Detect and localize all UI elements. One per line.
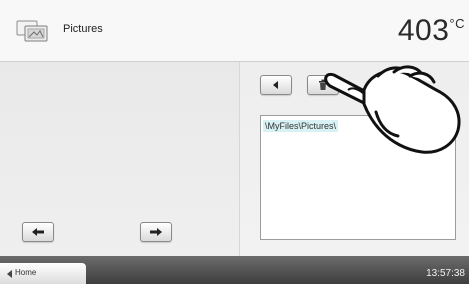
header-bar: Pictures 403°C bbox=[0, 0, 469, 62]
temperature-value: 403 bbox=[397, 14, 450, 47]
home-button[interactable]: Home bbox=[0, 263, 86, 284]
home-arrow-icon bbox=[7, 270, 12, 278]
temperature-unit: °C bbox=[449, 16, 465, 31]
prev-button[interactable] bbox=[22, 222, 54, 242]
pointing-hand-icon bbox=[324, 65, 461, 154]
home-label: Home bbox=[15, 268, 37, 277]
temperature-readout: 403°C bbox=[398, 14, 465, 48]
arrow-right-icon bbox=[150, 228, 162, 236]
screen: Pictures 403°C \MyFiles\Pictures\ Home 1… bbox=[0, 0, 469, 284]
arrow-left-icon bbox=[32, 228, 44, 236]
pictures-folder-icon bbox=[16, 20, 48, 42]
next-button[interactable] bbox=[140, 222, 172, 242]
arrow-left-icon bbox=[273, 81, 278, 89]
clock: 13:57:38 bbox=[426, 268, 465, 279]
back-button[interactable] bbox=[260, 75, 292, 95]
page-title: Pictures bbox=[63, 23, 103, 35]
